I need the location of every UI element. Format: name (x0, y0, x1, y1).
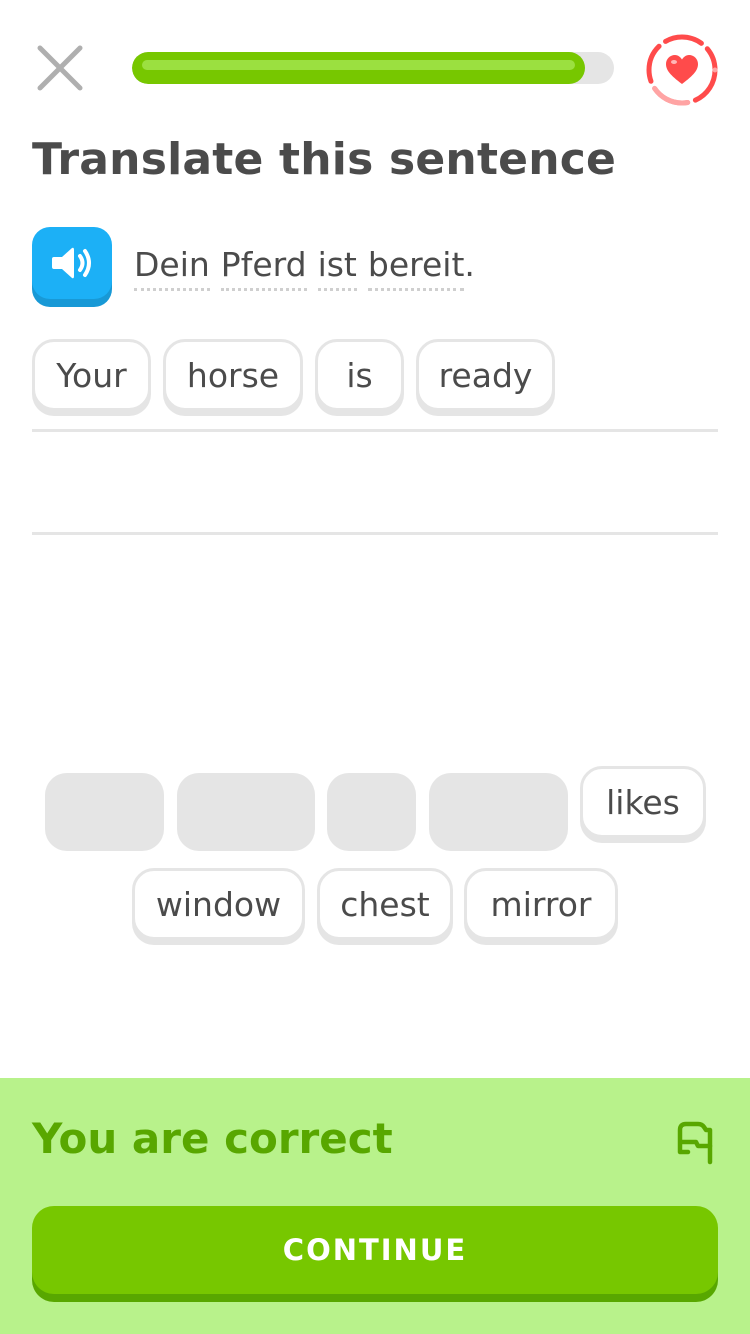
word-bank-tile[interactable]: chest (317, 868, 453, 940)
answer-tile[interactable]: horse (163, 339, 303, 411)
heart-icon (646, 34, 718, 106)
answer-tile[interactable]: Your (32, 339, 151, 411)
progress-fill (132, 52, 586, 84)
continue-button[interactable]: CONTINUE (32, 1206, 718, 1294)
prompt-word[interactable]: Dein (134, 244, 210, 291)
prompt-punctuation: . (464, 245, 475, 284)
used-word-slot (45, 773, 164, 851)
feedback-title: You are correct (32, 1114, 393, 1163)
close-button[interactable] (32, 40, 88, 96)
lesson-progress-bar (132, 52, 614, 84)
word-bank-tile[interactable]: likes (580, 766, 706, 838)
used-word-slot (177, 773, 315, 851)
used-word-slot (429, 773, 568, 851)
prompt-sentence: Dein Pferd ist bereit . (134, 244, 475, 291)
report-button[interactable] (670, 1116, 718, 1168)
speaker-icon (52, 247, 91, 279)
answer-line (32, 532, 718, 535)
answer-tile[interactable]: is (315, 339, 404, 411)
word-bank-tile[interactable]: window (132, 868, 305, 940)
exercise-title: Translate this sentence (32, 134, 617, 185)
prompt-word[interactable]: ist (317, 244, 357, 291)
prompt-word[interactable]: Pferd (220, 244, 307, 291)
progress-shine (142, 60, 576, 70)
answer-line (32, 429, 718, 432)
hearts-button[interactable] (644, 32, 720, 108)
close-icon (37, 45, 83, 91)
play-audio-button[interactable] (32, 227, 112, 299)
flag-icon (677, 1121, 713, 1165)
used-word-slot (327, 773, 416, 851)
answer-tile[interactable]: ready (416, 339, 555, 411)
word-bank-tile[interactable]: mirror (464, 868, 618, 940)
prompt-word[interactable]: bereit (367, 244, 465, 291)
